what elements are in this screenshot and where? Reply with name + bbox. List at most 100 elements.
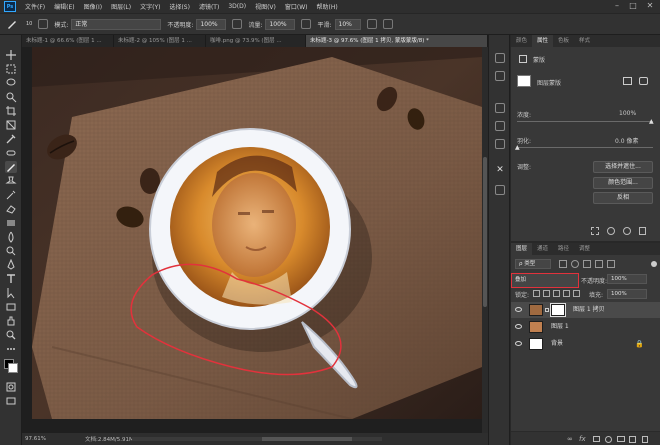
healing-brush-tool-icon[interactable] bbox=[5, 147, 17, 159]
gear-icon[interactable] bbox=[366, 19, 377, 29]
invert-button[interactable]: 反相 bbox=[593, 192, 653, 204]
tab-styles[interactable]: 样式 bbox=[574, 35, 595, 47]
feather-value[interactable]: 0.0 像素 bbox=[615, 136, 638, 145]
brush-tool-icon[interactable] bbox=[5, 161, 17, 173]
history-icon[interactable] bbox=[495, 53, 505, 63]
fill-input[interactable]: 100% bbox=[607, 289, 647, 299]
lock-position-icon[interactable] bbox=[553, 290, 560, 297]
menu-file[interactable]: 文件(F) bbox=[25, 2, 45, 11]
layer-name[interactable]: 背景 bbox=[551, 336, 563, 352]
clone-stamp-tool-icon[interactable] bbox=[5, 175, 17, 187]
zoom-readout[interactable]: 97.61% bbox=[25, 436, 65, 442]
filter-toggle-icon[interactable] bbox=[651, 261, 657, 267]
pressure-size-icon[interactable] bbox=[382, 19, 393, 29]
marquee-tool-icon[interactable] bbox=[5, 63, 17, 75]
move-tool-icon[interactable] bbox=[5, 49, 17, 61]
menu-filter[interactable]: 滤镜(T) bbox=[199, 2, 219, 11]
quick-mask-icon[interactable] bbox=[5, 381, 17, 393]
layer-mask-thumbnail[interactable] bbox=[550, 303, 566, 317]
filter-shape-icon[interactable] bbox=[595, 260, 603, 268]
type-tool-icon[interactable] bbox=[5, 273, 17, 285]
link-layers-icon[interactable]: ∞ bbox=[567, 435, 573, 443]
lock-artboard-icon[interactable] bbox=[563, 290, 570, 297]
path-selection-tool-icon[interactable] bbox=[5, 287, 17, 299]
eraser-tool-icon[interactable] bbox=[5, 203, 17, 215]
layer-opacity-input[interactable]: 100% bbox=[607, 274, 647, 284]
mode-select[interactable]: 正常 bbox=[71, 18, 162, 30]
brush-settings-icon[interactable] bbox=[495, 121, 505, 131]
eye-icon[interactable] bbox=[515, 341, 522, 346]
trash-icon[interactable] bbox=[639, 227, 646, 235]
tab-paths[interactable]: 路径 bbox=[553, 243, 574, 255]
canvas-area[interactable] bbox=[22, 47, 488, 433]
tab-untitled-3[interactable]: 未标题-3 @ 97.6% (图层 1 拷贝, 蒙版蒙版/8) * bbox=[306, 35, 488, 47]
visibility-icon[interactable] bbox=[623, 227, 631, 235]
layer-name[interactable]: 图层 1 bbox=[551, 319, 569, 335]
blend-mode-select[interactable]: 叠加 bbox=[511, 273, 579, 288]
document-canvas[interactable] bbox=[32, 47, 482, 419]
pressure-opacity-icon[interactable] bbox=[232, 19, 243, 29]
select-and-mask-button[interactable]: 选择并遮住... bbox=[593, 161, 653, 173]
eyedropper-tool-icon[interactable] bbox=[5, 133, 17, 145]
add-mask-icon[interactable] bbox=[593, 436, 600, 442]
tab-untitled-2[interactable]: 未标题-2 @ 105% (图层 1 ... bbox=[114, 35, 206, 47]
opacity-input[interactable]: 100% bbox=[196, 18, 227, 30]
smooth-input[interactable]: 10% bbox=[334, 18, 361, 30]
history-brush-tool-icon[interactable] bbox=[5, 189, 17, 201]
layer-row[interactable]: 图层 1 bbox=[511, 319, 660, 335]
layer-row[interactable]: 图层 1 拷贝 bbox=[511, 302, 660, 318]
menu-image[interactable]: 图像(I) bbox=[84, 2, 102, 11]
link-icon[interactable] bbox=[545, 308, 549, 312]
zoom-tool-icon[interactable] bbox=[5, 329, 17, 341]
tab-adjustments[interactable]: 调整 bbox=[574, 243, 595, 255]
tab-layers[interactable]: 图层 bbox=[511, 243, 533, 255]
add-vector-mask-icon[interactable] bbox=[639, 77, 648, 85]
horizontal-scrollbar[interactable] bbox=[132, 437, 382, 441]
info-icon[interactable] bbox=[495, 103, 505, 113]
hand-tool-icon[interactable] bbox=[5, 315, 17, 327]
lock-transparency-icon[interactable] bbox=[533, 290, 540, 297]
delete-layer-icon[interactable] bbox=[642, 436, 648, 443]
brush-tool-icon[interactable] bbox=[6, 18, 18, 30]
blur-tool-icon[interactable] bbox=[5, 231, 17, 243]
character-icon[interactable] bbox=[495, 185, 505, 195]
tab-coffee-png[interactable]: 咖啡.png @ 73.9% (图层 ... bbox=[206, 35, 306, 47]
density-value[interactable]: 100% bbox=[619, 110, 636, 117]
menu-layer[interactable]: 图层(L) bbox=[111, 2, 131, 11]
group-folder-icon[interactable] bbox=[617, 436, 625, 442]
menu-3d[interactable]: 3D(D) bbox=[228, 3, 246, 10]
screen-mode-icon[interactable] bbox=[5, 395, 17, 407]
maximize-icon[interactable]: □ bbox=[628, 1, 638, 11]
clone-source-icon[interactable] bbox=[495, 139, 505, 149]
menu-help[interactable]: 帮助(H) bbox=[317, 2, 338, 11]
density-slider-handle[interactable]: ▲ bbox=[649, 118, 654, 125]
lock-image-icon[interactable] bbox=[543, 290, 550, 297]
quick-select-tool-icon[interactable] bbox=[5, 91, 17, 103]
color-range-button[interactable]: 颜色范围... bbox=[593, 177, 653, 189]
tools-cross-icon[interactable]: ✕ bbox=[495, 165, 505, 175]
select-pixel-mask-icon[interactable] bbox=[623, 77, 632, 85]
lock-all-icon[interactable] bbox=[573, 290, 580, 297]
load-selection-icon[interactable] bbox=[591, 227, 599, 235]
more-tools-icon[interactable] bbox=[5, 343, 17, 355]
tab-properties[interactable]: 属性 bbox=[532, 35, 554, 47]
feather-slider-handle[interactable]: ▲ bbox=[515, 144, 520, 151]
menu-select[interactable]: 选择(S) bbox=[169, 2, 190, 11]
eye-icon[interactable] bbox=[515, 307, 522, 312]
menu-edit[interactable]: 编辑(E) bbox=[54, 2, 74, 11]
fx-icon[interactable]: fx bbox=[579, 435, 586, 443]
minimize-icon[interactable]: – bbox=[612, 1, 622, 11]
gradient-tool-icon[interactable] bbox=[5, 217, 17, 229]
new-layer-icon[interactable] bbox=[629, 436, 636, 443]
background-color-swatch[interactable] bbox=[8, 363, 18, 373]
filter-smart-object-icon[interactable] bbox=[607, 260, 615, 268]
pen-tool-icon[interactable] bbox=[5, 258, 17, 271]
layer-filter-select[interactable]: ρ 类型 bbox=[515, 259, 551, 269]
apply-mask-icon[interactable] bbox=[607, 227, 615, 235]
menu-type[interactable]: 文字(Y) bbox=[140, 2, 160, 11]
layer-mask-thumbnail[interactable] bbox=[517, 75, 531, 87]
filter-adjustment-icon[interactable] bbox=[571, 260, 579, 268]
rectangle-tool-icon[interactable] bbox=[5, 301, 17, 313]
adjustment-icon[interactable] bbox=[495, 71, 505, 81]
layer-name[interactable]: 图层 1 拷贝 bbox=[573, 302, 605, 318]
